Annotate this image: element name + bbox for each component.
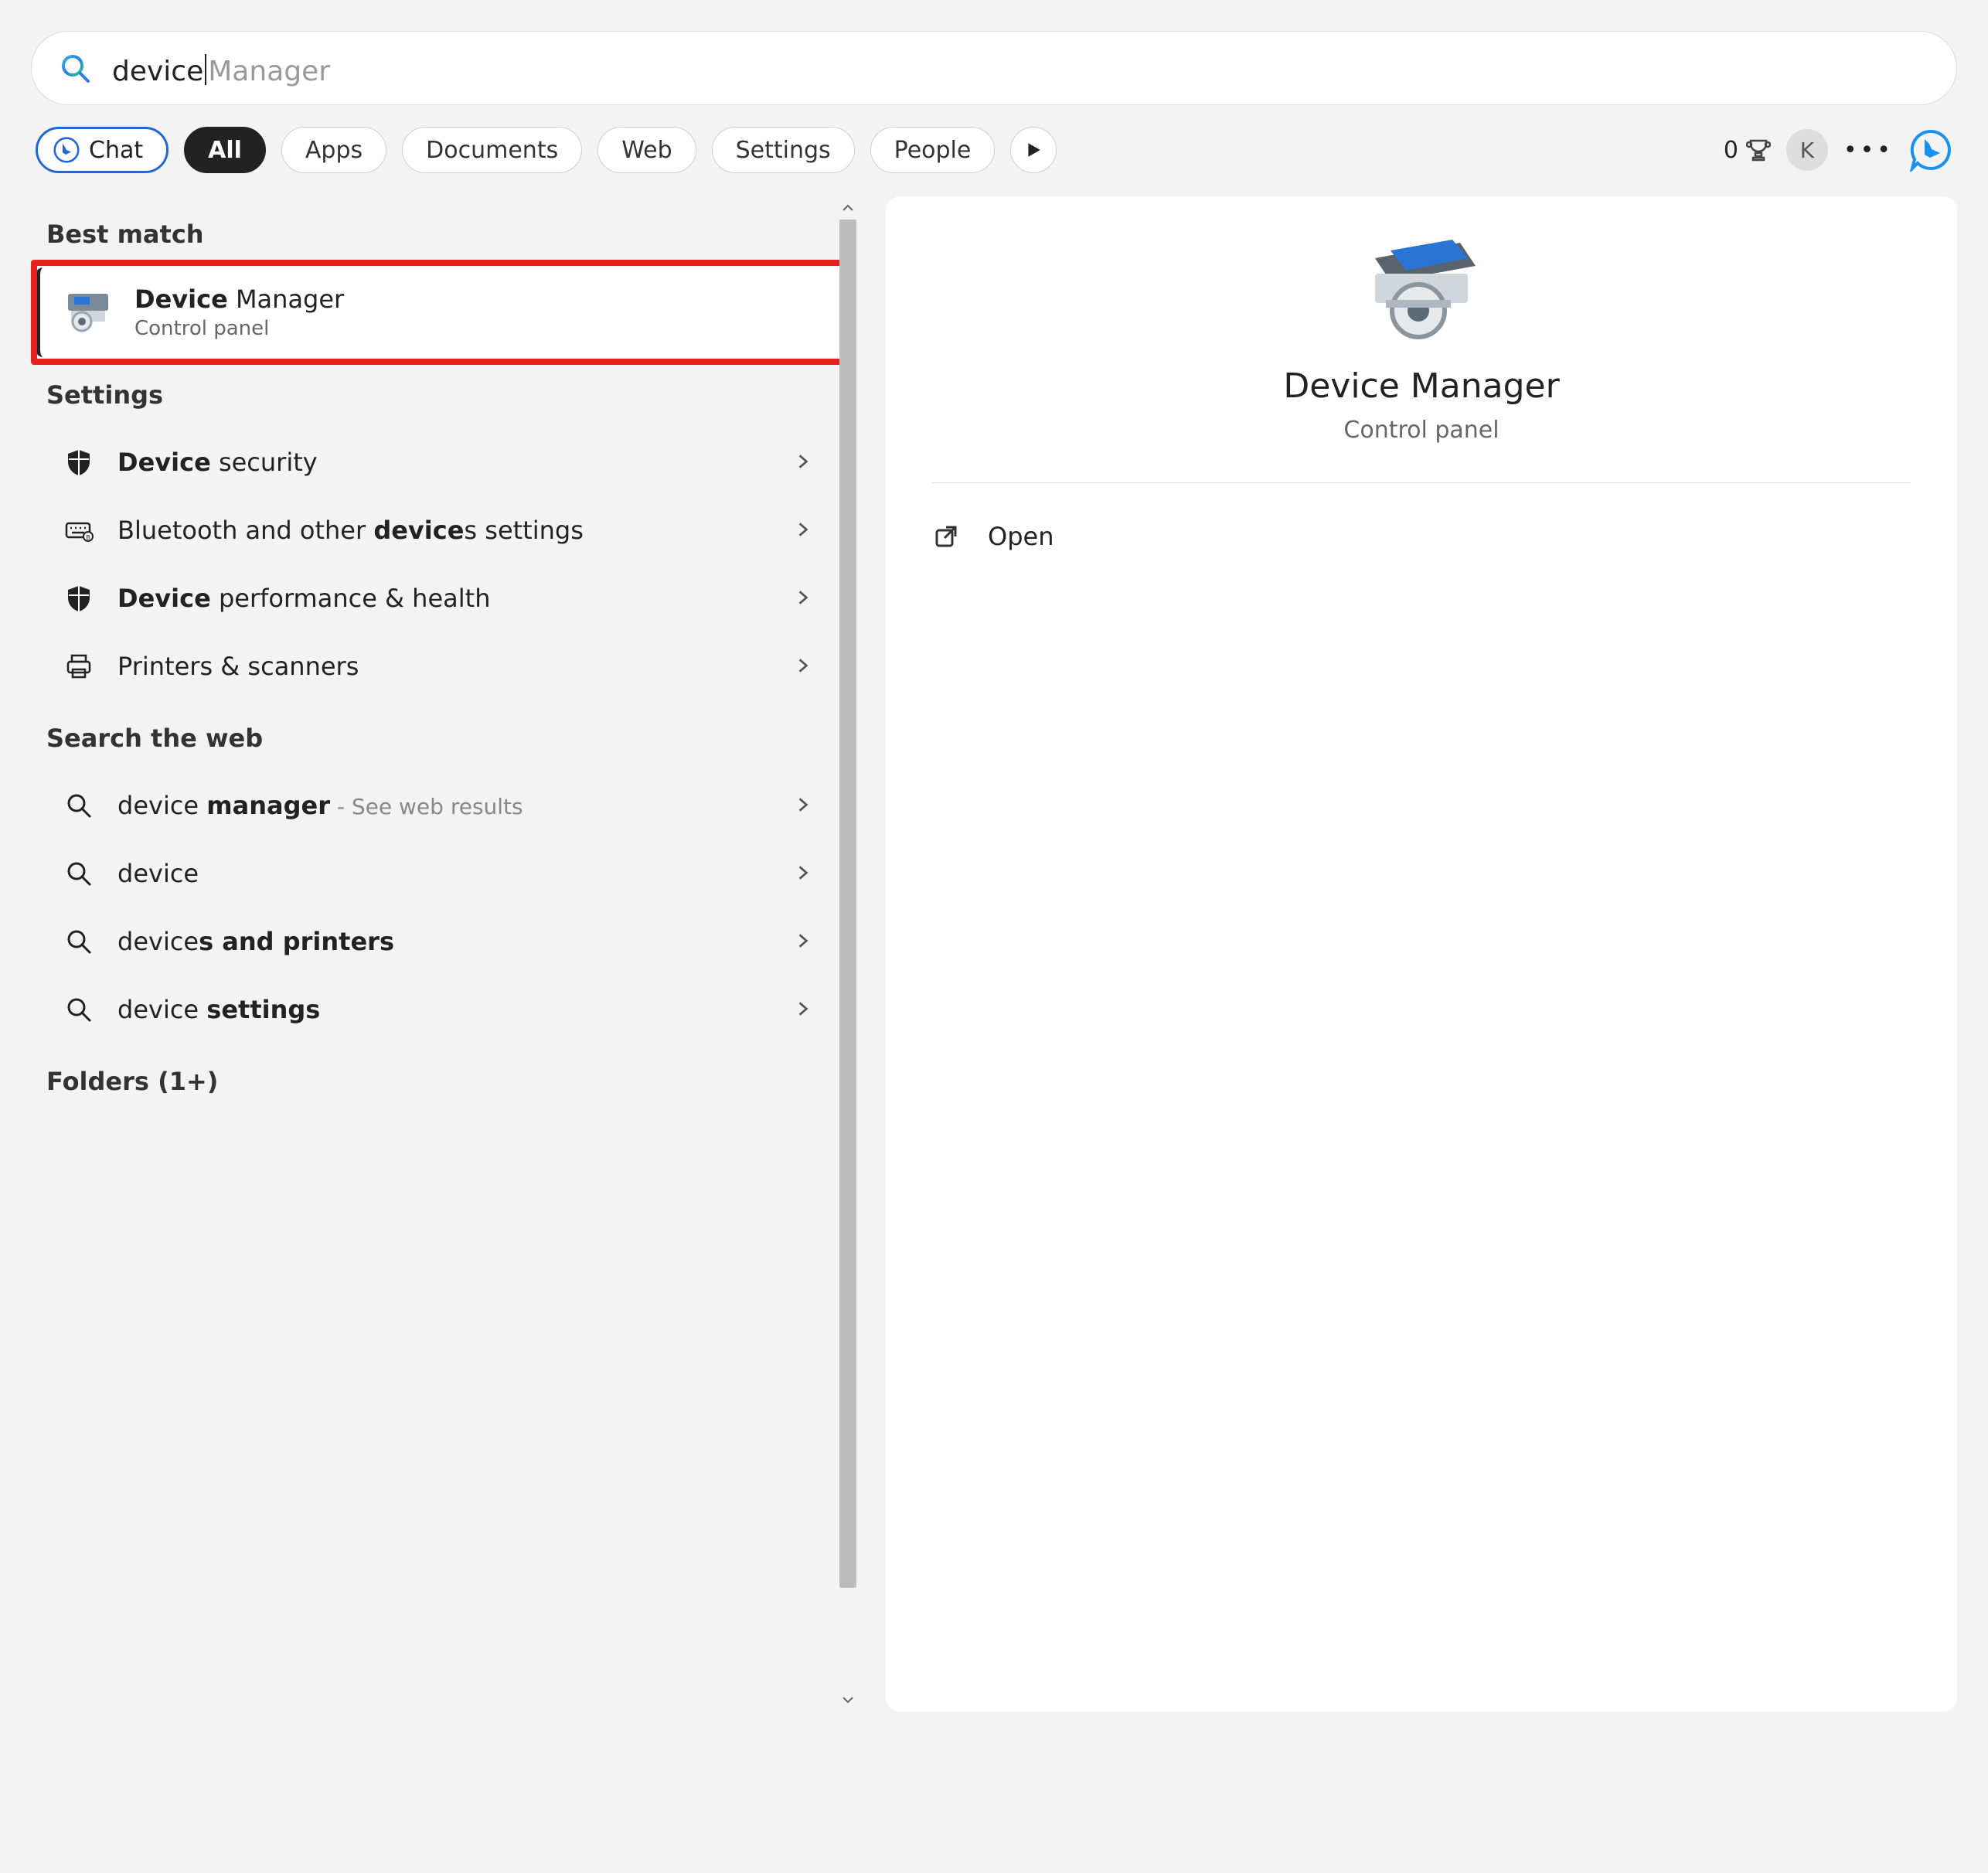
- chevron-right-icon: [795, 928, 812, 955]
- search-autocomplete-text: Manager: [208, 56, 330, 87]
- search-icon: [62, 925, 96, 959]
- text-caret: [205, 54, 206, 85]
- chevron-right-icon: [795, 449, 812, 476]
- keyboard-icon: B: [62, 513, 96, 547]
- scroll-thumb[interactable]: [839, 220, 856, 1588]
- filter-apps[interactable]: Apps: [281, 127, 386, 173]
- points-value: 0: [1724, 137, 1738, 164]
- printer-icon: [62, 649, 96, 683]
- scroll-down-arrow[interactable]: [838, 1688, 858, 1711]
- results-container: Best match Device Manager Control panel …: [31, 196, 1957, 1711]
- folders-header: Folders (1+): [31, 1044, 858, 1115]
- settings-item-device-performance[interactable]: Device performance & health: [31, 564, 835, 632]
- search-icon: [62, 856, 96, 891]
- chat-label: Chat: [89, 137, 143, 164]
- open-action[interactable]: Open: [932, 511, 1911, 562]
- settings-item-bluetooth-devices[interactable]: B Bluetooth and other devices settings: [31, 496, 835, 564]
- search-icon: [60, 53, 90, 83]
- best-match-text: Device Manager Control panel: [134, 284, 344, 340]
- scroll-up-arrow[interactable]: [838, 196, 858, 220]
- detail-title: Device Manager: [1283, 366, 1559, 406]
- search-query-text: device Manager: [112, 49, 330, 87]
- filter-settings[interactable]: Settings: [712, 127, 855, 173]
- chevron-right-icon: [795, 653, 812, 680]
- settings-header: Settings: [31, 357, 858, 428]
- device-manager-icon: [63, 288, 113, 337]
- search-box[interactable]: device Manager: [31, 31, 1957, 105]
- trophy-icon: [1746, 138, 1771, 162]
- shield-icon: [62, 445, 96, 479]
- filter-documents[interactable]: Documents: [402, 127, 582, 173]
- svg-text:B: B: [86, 534, 90, 541]
- web-item-device-settings[interactable]: device settings: [31, 976, 835, 1044]
- open-label: Open: [988, 522, 1054, 551]
- web-item-device[interactable]: device: [31, 839, 835, 908]
- chevron-right-icon: [795, 996, 812, 1023]
- bing-chat-bubble[interactable]: [1909, 128, 1952, 172]
- detail-header: Device Manager Control panel: [932, 235, 1911, 483]
- filter-people[interactable]: People: [870, 127, 996, 173]
- open-external-icon: [932, 523, 960, 550]
- detail-pane: Device Manager Control panel Open: [886, 196, 1957, 1711]
- filter-bar: Chat All Apps Documents Web Settings Peo…: [31, 127, 1957, 196]
- chevron-right-icon: [795, 517, 812, 544]
- chevron-right-icon: [795, 792, 812, 819]
- results-list: Best match Device Manager Control panel …: [31, 196, 858, 1711]
- rewards-points[interactable]: 0: [1724, 137, 1771, 164]
- search-icon: [62, 788, 96, 822]
- shield-icon: [62, 581, 96, 615]
- settings-item-device-security[interactable]: Device security: [31, 428, 835, 496]
- detail-subtitle: Control panel: [1343, 417, 1499, 444]
- filter-all[interactable]: All: [184, 127, 266, 173]
- web-item-devices-printers[interactable]: devices and printers: [31, 908, 835, 976]
- chevron-right-icon: [795, 585, 812, 612]
- scrollbar[interactable]: [838, 196, 858, 1711]
- user-avatar[interactable]: K: [1786, 129, 1828, 171]
- filter-web[interactable]: Web: [597, 127, 696, 173]
- best-match-header: Best match: [31, 196, 858, 267]
- best-match-result[interactable]: Device Manager Control panel: [36, 267, 843, 357]
- search-icon: [62, 993, 96, 1027]
- bing-icon: [53, 137, 80, 163]
- settings-item-printers-scanners[interactable]: Printers & scanners: [31, 632, 835, 700]
- filter-more-play[interactable]: [1010, 127, 1057, 173]
- search-web-header: Search the web: [31, 700, 858, 771]
- play-icon: [1025, 141, 1042, 158]
- search-typed-text: device: [112, 56, 203, 87]
- web-item-device-manager[interactable]: device manager - See web results: [31, 771, 835, 839]
- more-menu[interactable]: •••: [1843, 137, 1894, 164]
- chevron-right-icon: [795, 860, 812, 887]
- chat-button[interactable]: Chat: [36, 127, 169, 173]
- device-manager-large-icon: [1352, 235, 1491, 343]
